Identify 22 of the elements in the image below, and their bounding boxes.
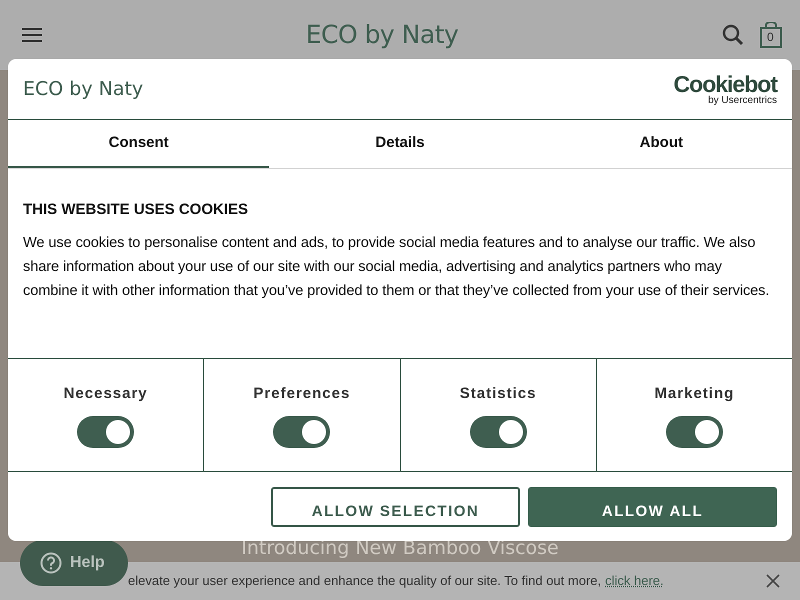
dialog-text: We use cookies to personalise content and ads, to provide social media features and to analyse our traffic. We also share information about your use of our site with our social media, advertising and analytics partners who may combine it with other information that you’ve provided to them or that they’ve collected from your use of their services. bbox=[23, 234, 770, 301]
provider-subtitle: by Usercentrics bbox=[707, 96, 777, 106]
help-button[interactable]: Help bbox=[20, 540, 128, 586]
toggle-switch[interactable] bbox=[470, 416, 527, 448]
help-icon bbox=[40, 552, 62, 574]
allow-selection-button[interactable]: ALLOW SELECTION bbox=[271, 487, 520, 527]
search-icon[interactable] bbox=[722, 23, 744, 47]
category-label: Necessary bbox=[64, 384, 148, 404]
allow-all-button[interactable]: ALLOW ALL bbox=[528, 487, 777, 527]
hero-title: Introducing New Bamboo Viscose bbox=[241, 537, 559, 560]
bag-icon[interactable] bbox=[760, 22, 782, 48]
category-label: Marketing bbox=[654, 384, 734, 404]
category-label: Statistics bbox=[460, 384, 536, 404]
toggle-switch[interactable] bbox=[77, 416, 134, 448]
provider-logo: Cookiebot bbox=[674, 72, 777, 96]
dialog-heading: THIS WEBSITE USES COOKIES bbox=[23, 201, 250, 219]
category-label: Preferences bbox=[253, 384, 350, 404]
cart-count: 0 bbox=[766, 30, 774, 44]
toggle-switch[interactable] bbox=[273, 416, 330, 448]
notice-text: elevate your user experience and enhance the quality of our site. To find out more, bbox=[128, 572, 602, 590]
dialog-logo: ECO by Naty bbox=[23, 76, 144, 102]
toggle-switch[interactable] bbox=[666, 416, 723, 448]
